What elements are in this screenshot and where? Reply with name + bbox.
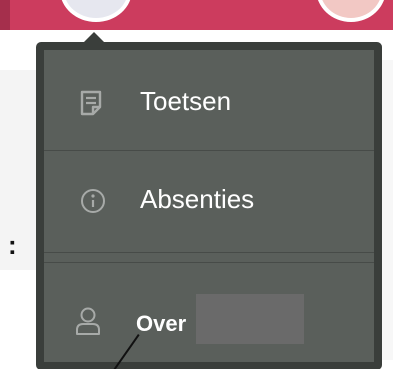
menu-item-over[interactable]: Over [44,264,374,364]
dropdown-menu: Toetsen Absenties Over [36,42,382,369]
dropdown-menu-body: Toetsen Absenties Over [44,50,374,362]
menu-divider [44,252,374,253]
redacted-area [196,294,304,344]
info-icon [80,188,106,214]
menu-item-absenties[interactable]: Absenties [44,152,374,248]
background-panel [0,70,40,270]
menu-item-label: Toetsen [140,86,232,116]
menu-divider [44,262,374,263]
background-text: : [8,230,17,260]
menu-item-label: Over [136,311,187,336]
user-icon [74,306,102,336]
secondary-avatar[interactable] [316,0,386,22]
avatar-button[interactable] [60,0,132,22]
header-edge [0,0,10,30]
document-icon [80,90,102,116]
menu-item-toetsen[interactable]: Toetsen [44,50,374,150]
menu-pointer-arrow [84,32,104,42]
menu-item-label: Absenties [140,184,255,214]
menu-divider [44,150,374,151]
app-header [0,0,393,30]
